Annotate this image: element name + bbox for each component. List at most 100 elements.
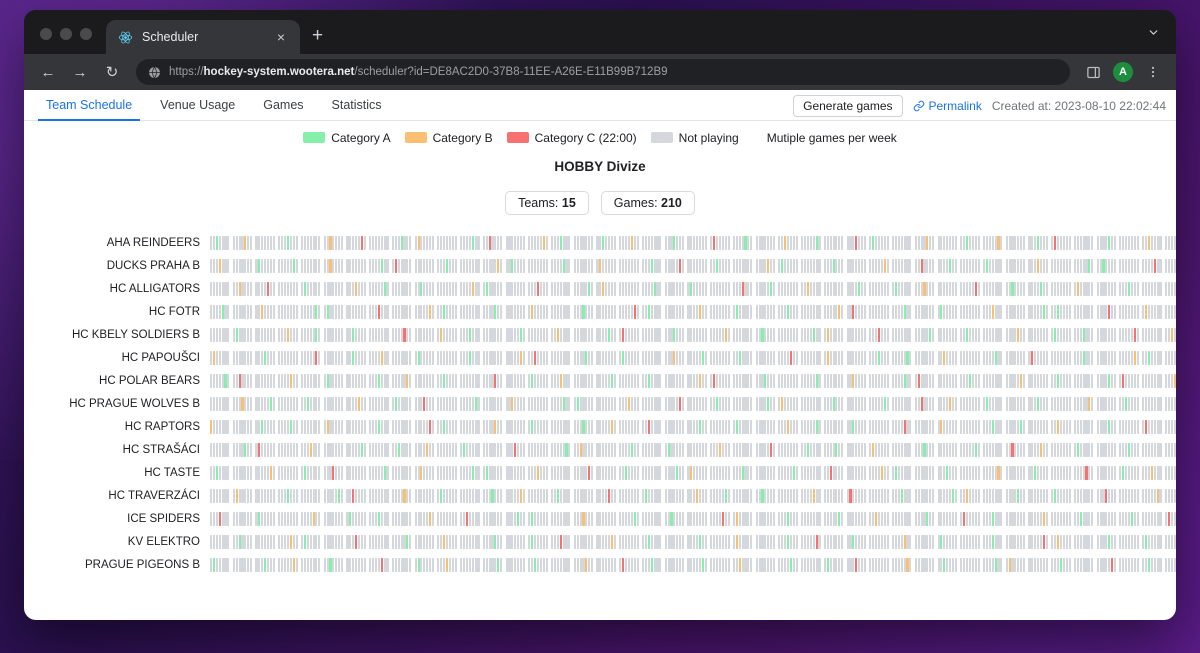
empty-slot: [946, 488, 949, 503]
team-schedule-bars[interactable]: [210, 465, 1176, 480]
close-tab-icon[interactable]: ×: [272, 30, 290, 44]
tab-list-menu-button[interactable]: [1147, 26, 1176, 54]
back-button[interactable]: ←: [34, 58, 62, 86]
tab-team-schedule[interactable]: Team Schedule: [32, 90, 146, 121]
empty-slot: [1111, 396, 1114, 411]
reload-button[interactable]: ↻: [98, 58, 126, 86]
maximize-window-button[interactable]: [80, 28, 92, 40]
empty-slot: [338, 327, 341, 342]
minimize-window-button[interactable]: [60, 28, 72, 40]
empty-slot: [369, 465, 372, 480]
week-group: [1119, 327, 1139, 342]
empty-slot: [900, 396, 903, 411]
week-group: [846, 281, 866, 296]
empty-slot: [846, 281, 849, 296]
empty-slot: [960, 511, 963, 526]
team-schedule-bars[interactable]: [210, 373, 1176, 388]
empty-slot: [352, 396, 355, 411]
new-tab-button[interactable]: +: [300, 26, 335, 54]
tab-statistics[interactable]: Statistics: [318, 90, 396, 120]
week-group: [1051, 350, 1071, 365]
empty-slot: [440, 235, 443, 250]
team-schedule-bars[interactable]: [210, 488, 1176, 503]
empty-slot: [360, 511, 363, 526]
game-slot-category-a: [676, 465, 679, 480]
week-group: [391, 304, 412, 319]
empty-slot: [1042, 281, 1045, 296]
forward-button[interactable]: →: [66, 58, 94, 86]
browser-tab-scheduler[interactable]: Scheduler ×: [106, 20, 300, 54]
three-dot-menu-icon[interactable]: [1140, 59, 1166, 85]
game-slot-category-b: [403, 488, 406, 503]
empty-slot: [380, 442, 383, 457]
empty-slot: [520, 442, 523, 457]
empty-slot: [644, 465, 647, 480]
empty-slot: [221, 465, 224, 480]
game-slot-category-a: [315, 327, 318, 342]
week-group: [278, 327, 298, 342]
team-schedule-bars[interactable]: [210, 258, 1176, 273]
empty-slot: [747, 419, 750, 434]
game-slot-category-b: [630, 235, 633, 250]
close-window-button[interactable]: [40, 28, 52, 40]
profile-avatar[interactable]: A: [1110, 59, 1136, 85]
game-slot-category-c: [920, 258, 923, 273]
empty-slot: [355, 442, 358, 457]
empty-slot: [488, 373, 491, 388]
game-slot-category-a: [903, 373, 906, 388]
empty-slot: [588, 235, 591, 250]
generate-games-button[interactable]: Generate games: [793, 94, 903, 117]
empty-slot: [801, 396, 804, 411]
empty-slot: [1088, 281, 1091, 296]
side-panel-icon[interactable]: [1080, 59, 1106, 85]
empty-slot: [920, 327, 923, 342]
empty-slot: [732, 511, 735, 526]
empty-slot: [849, 235, 852, 250]
empty-slot: [974, 419, 977, 434]
tab-games[interactable]: Games: [249, 90, 317, 120]
empty-slot: [926, 258, 929, 273]
team-schedule-bars[interactable]: [210, 235, 1176, 250]
address-bar[interactable]: https://hockey-system.wootera.net/schedu…: [136, 59, 1070, 85]
team-schedule-bars[interactable]: [210, 442, 1176, 457]
empty-slot: [212, 465, 215, 480]
team-schedule-bars[interactable]: [210, 511, 1176, 526]
empty-slot: [517, 281, 520, 296]
empty-slot: [727, 350, 730, 365]
empty-slot: [838, 373, 841, 388]
game-slot-category-b: [420, 465, 423, 480]
summary-pills: Teams: 15 Games: 210: [24, 191, 1176, 215]
empty-slot: [625, 327, 628, 342]
team-schedule-bars[interactable]: [210, 350, 1176, 365]
team-schedule-bars[interactable]: [210, 281, 1176, 296]
empty-slot: [735, 281, 738, 296]
empty-slot: [880, 281, 883, 296]
team-schedule-bars[interactable]: [210, 327, 1176, 342]
week-group: [528, 350, 548, 365]
empty-slot: [1122, 419, 1125, 434]
empty-slot: [829, 258, 832, 273]
game-slot-category-a: [1125, 396, 1128, 411]
empty-slot: [477, 373, 480, 388]
tab-venue-usage[interactable]: Venue Usage: [146, 90, 249, 120]
empty-slot: [1023, 465, 1026, 480]
empty-slot: [667, 373, 670, 388]
empty-slot: [755, 373, 758, 388]
empty-slot: [462, 327, 466, 342]
empty-slot: [522, 396, 525, 411]
empty-slot: [283, 235, 287, 250]
week-group: [505, 350, 525, 365]
game-slot-category-b: [1076, 281, 1079, 296]
week-group: [1005, 396, 1026, 411]
game-slot-category-a: [380, 258, 383, 273]
team-schedule-bars[interactable]: [210, 304, 1176, 319]
empty-slot: [576, 235, 579, 250]
empty-slot: [1042, 235, 1045, 250]
permalink-link[interactable]: Permalink: [913, 99, 982, 113]
team-schedule-bars[interactable]: [210, 396, 1176, 411]
empty-slot: [818, 304, 821, 319]
url-scheme: https://: [169, 66, 204, 78]
empty-slot: [659, 373, 662, 388]
game-slot-category-a: [258, 511, 261, 526]
team-schedule-bars[interactable]: [210, 419, 1176, 434]
